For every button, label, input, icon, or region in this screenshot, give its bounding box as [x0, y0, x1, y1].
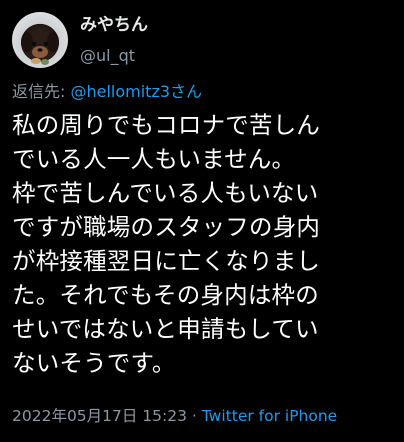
reply-mention-link[interactable]: @hellomitz3さん	[70, 82, 202, 101]
source-link[interactable]: Twitter for iPhone	[202, 407, 337, 425]
tweet-text: 私の周りでもコロナで苦しん でいる人一人もいません。 枠で苦しんでいる人もいない…	[12, 111, 321, 377]
tweet-meta: 2022年05月17日 15:23 · Twitter for iPhone	[12, 406, 337, 426]
tweet-card: みやちん @ul_qt 返信先: @hellomitz3さん 私の周りでもコロナ…	[0, 0, 404, 442]
avatar[interactable]	[12, 12, 68, 68]
author-block: みやちん @ul_qt	[80, 14, 148, 66]
reply-context: 返信先: @hellomitz3さん	[12, 82, 202, 102]
display-name[interactable]: みやちん	[80, 14, 148, 36]
user-handle[interactable]: @ul_qt	[80, 46, 148, 66]
reply-prefix: 返信先:	[12, 82, 71, 101]
meta-separator: ·	[187, 407, 202, 425]
timestamp[interactable]: 2022年05月17日 15:23	[12, 407, 187, 425]
dog-avatar-icon	[21, 31, 59, 65]
